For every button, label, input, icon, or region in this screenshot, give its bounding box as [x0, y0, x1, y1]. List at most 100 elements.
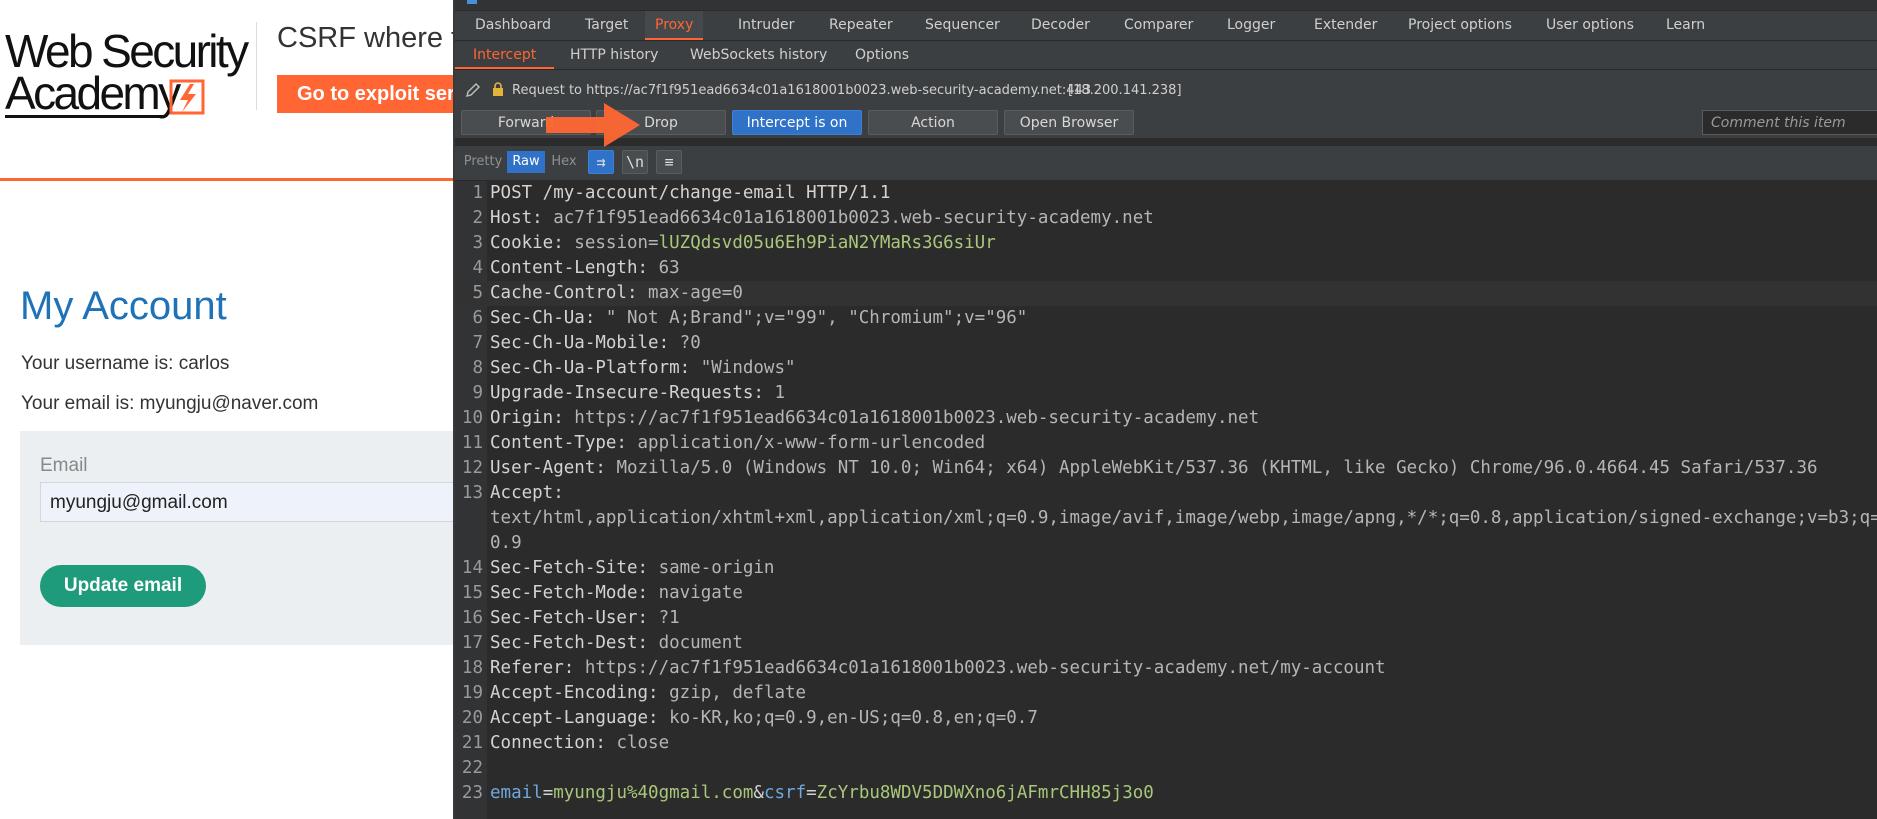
header-name: Content-Type: [490, 433, 638, 453]
header-value: document [658, 633, 743, 653]
request-line: 12 User-Agent: Mozilla/5.0 (Windows NT 10… [455, 456, 1877, 481]
request-line-text: Host: ac7f1f951ead6634c01a1618001b0023.w… [490, 206, 1154, 231]
request-line-text: Sec-Fetch-User: ?1 [490, 606, 680, 631]
header-value: text/html,application/xhtml+xml,applicat… [490, 508, 1877, 528]
request-line-text: Content-Length: 63 [490, 256, 680, 281]
request-line-text: Accept-Encoding: gzip, deflate [490, 681, 806, 706]
tab-sequencer[interactable]: Sequencer [925, 11, 1000, 40]
tab-user-options[interactable]: User options [1546, 11, 1634, 40]
change-email-form: Email myungju@gmail.com Update email [20, 431, 455, 645]
request-body-line: 23 email=myungju%40gmail.com&csrf=ZcYrbu8… [455, 781, 1877, 806]
line-number: 12 [461, 458, 483, 478]
line-number: 17 [461, 633, 483, 653]
line-number: 8 [472, 358, 483, 378]
email-label: Email [40, 455, 88, 476]
line-number: 14 [461, 558, 483, 578]
request-line-text: Sec-Ch-Ua-Platform: "Windows" [490, 356, 796, 381]
header-value: max-age=0 [648, 283, 743, 303]
menu-icon[interactable]: ≡ [656, 150, 682, 174]
line-number: 15 [461, 583, 483, 603]
param-separator: & [753, 783, 764, 803]
header-name: Accept-Encoding: [490, 683, 670, 703]
header-value: Mozilla/5.0 (Windows NT 10.0; Win64; x64… [616, 458, 1818, 478]
pencil-icon[interactable] [464, 81, 482, 99]
tab-logger[interactable]: Logger [1227, 11, 1275, 40]
tab-target[interactable]: Target [585, 11, 628, 40]
tab-websockets-history[interactable]: WebSockets history [690, 41, 827, 69]
header-name: Sec-Ch-Ua: [490, 308, 606, 328]
exploit-server-button[interactable]: Go to exploit server [277, 75, 455, 113]
line-number: 21 [461, 733, 483, 753]
request-line: 8 Sec-Ch-Ua-Platform: "Windows" [455, 356, 1877, 381]
action-button[interactable]: Action [868, 110, 998, 135]
header-name: Sec-Fetch-Site: [490, 558, 659, 578]
header-value: https://ac7f1f951ead6634c01a1618001b0023… [584, 658, 1386, 678]
param-name: email [490, 783, 543, 803]
open-browser-button[interactable]: Open Browser [1004, 110, 1134, 135]
tab-dashboard[interactable]: Dashboard [475, 11, 551, 40]
request-line: 3 Cookie: session=lUZQdsvd05u6Eh9PiaN2YMa… [455, 231, 1877, 256]
request-line: 7 Sec-Ch-Ua-Mobile: ?0 [455, 331, 1877, 356]
tab-learn[interactable]: Learn [1666, 11, 1705, 40]
academy-logo[interactable]: Web Security Academy [5, 22, 255, 122]
comment-input[interactable]: Comment this item [1702, 110, 1877, 135]
tab-options[interactable]: Options [855, 41, 909, 69]
header-name: Cookie: [490, 233, 575, 253]
tab-intercept[interactable]: Intercept [455, 41, 555, 69]
update-email-button[interactable]: Update email [40, 565, 206, 607]
header-value: ac7f1f951ead6634c01a1618001b0023.web-sec… [553, 208, 1154, 228]
lab-title: CSRF where token validation depends on r… [277, 22, 455, 54]
request-editor[interactable]: 1 POST /my-account/change-email HTTP/1.1 2… [455, 181, 1877, 819]
request-line: 0.9 [455, 531, 1877, 556]
view-hex[interactable]: Hex [547, 151, 581, 173]
username-text: Your username is: carlos [21, 353, 230, 374]
header-value: close [616, 733, 670, 753]
request-line-text: Sec-Fetch-Mode: navigate [490, 581, 743, 606]
request-line-text: Upgrade-Insecure-Requests: 1 [490, 381, 785, 406]
tab-repeater[interactable]: Repeater [829, 11, 893, 40]
line-number: 2 [472, 208, 483, 228]
tab-proxy[interactable]: Proxy [645, 11, 704, 40]
request-line: text/html,application/xhtml+xml,applicat… [455, 506, 1877, 531]
line-number: 4 [472, 258, 483, 278]
tab-http-history[interactable]: HTTP history [570, 41, 658, 69]
request-info-bar: Request to https://ac7f1f951ead6634c01a1… [455, 70, 1877, 110]
request-line: 10 Origin: https://ac7f1f951ead6634c01a16… [455, 406, 1877, 431]
line-number: 22 [461, 758, 483, 778]
request-line-text: POST /my-account/change-email HTTP/1.1 [490, 181, 890, 206]
header-name: Sec-Ch-Ua-Platform: [490, 358, 701, 378]
logo-line2: Academy [5, 67, 181, 119]
tab-project-options[interactable]: Project options [1408, 11, 1512, 40]
request-line: 17 Sec-Fetch-Dest: document [455, 631, 1877, 656]
header-value: gzip, deflate [669, 683, 807, 703]
header-value: "Windows" [700, 358, 796, 378]
tab-intruder[interactable]: Intruder [738, 11, 794, 40]
tab-decoder[interactable]: Decoder [1031, 11, 1090, 40]
view-raw[interactable]: Raw [507, 151, 545, 173]
request-line: 9 Upgrade-Insecure-Requests: 1 [455, 381, 1877, 406]
intercept-controls: Forward Drop Intercept is on Action Open… [455, 108, 1877, 138]
header-value: 0.9 [490, 533, 522, 553]
email-text: Your email is: myungju@naver.com [21, 393, 319, 414]
logo-underline [5, 115, 163, 118]
request-line: 20 Accept-Language: ko-KR,ko;q=0.9,en-US;… [455, 706, 1877, 731]
tab-extender[interactable]: Extender [1314, 11, 1377, 40]
lock-icon [493, 82, 503, 96]
request-line: 1 POST /my-account/change-email HTTP/1.1 [455, 181, 1877, 206]
tab-comparer[interactable]: Comparer [1124, 11, 1193, 40]
request-line-text: text/html,application/xhtml+xml,applicat… [490, 506, 1877, 531]
academy-page: Web Security Academy CSRF where token va… [0, 0, 455, 819]
header-divider [256, 22, 257, 110]
line-number: 5 [472, 283, 483, 303]
show-newlines-toggle[interactable]: \n [622, 150, 648, 174]
intercept-toggle-button[interactable]: Intercept is on [732, 110, 862, 135]
wrap-lines-icon[interactable]: ⇉ [588, 150, 614, 174]
header-value: application/x-www-form-urlencoded [637, 433, 986, 453]
view-pretty[interactable]: Pretty [463, 151, 503, 173]
line-number: 18 [461, 658, 483, 678]
email-field[interactable]: myungju@gmail.com [40, 482, 455, 522]
request-line-text: 0.9 [490, 531, 522, 556]
request-line-text: Referer: https://ac7f1f951ead6634c01a161… [490, 656, 1386, 681]
param-value: ZcYrbu8WDV5DDWXno6jAFmrCHH85j3o0 [816, 783, 1154, 803]
header-name: Sec-Ch-Ua-Mobile: [490, 333, 680, 353]
